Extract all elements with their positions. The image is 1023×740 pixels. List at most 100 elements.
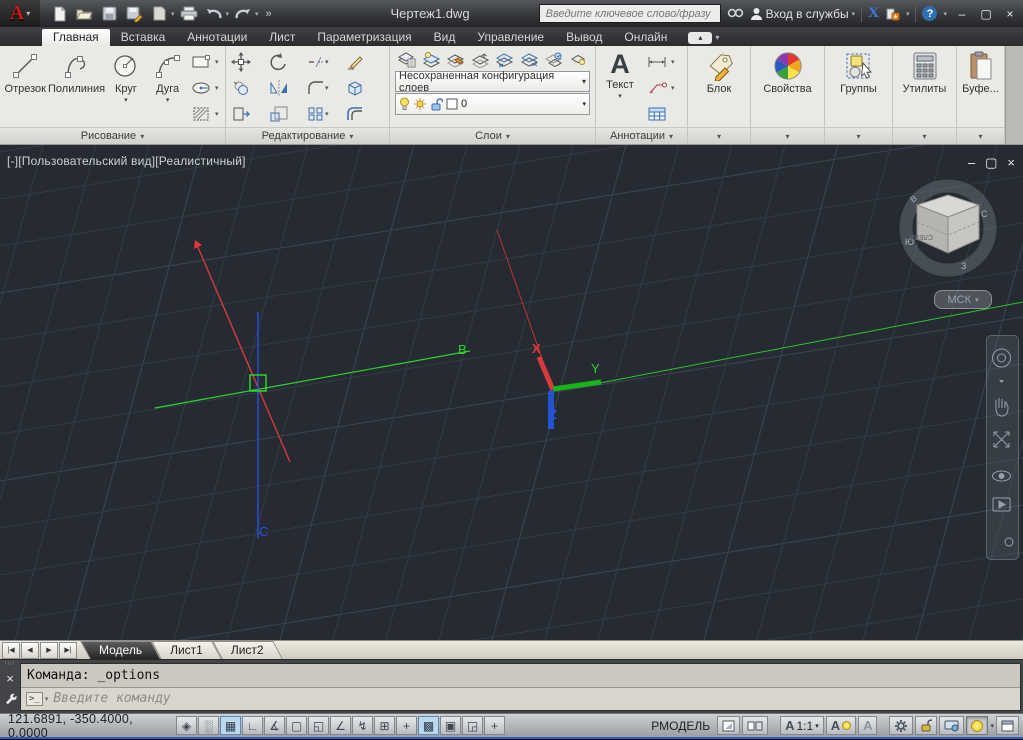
panel-label-block[interactable]: ▾	[688, 127, 750, 144]
ribbon-tab-view[interactable]: Вид	[423, 29, 467, 46]
toggle-infer-constraints[interactable]: ◈	[176, 716, 197, 735]
chevron-down-icon[interactable]: ▾	[906, 10, 910, 18]
layout-button[interactable]	[717, 716, 740, 735]
chevron-down-icon[interactable]: ▾	[325, 58, 333, 66]
toggle-object-snap[interactable]: ▢	[286, 716, 307, 735]
sign-in-button[interactable]: Вход в службы ▾	[750, 7, 856, 21]
chevron-down-icon[interactable]: ▾	[990, 722, 994, 730]
text-button[interactable]: А Текст ▾	[598, 48, 642, 127]
layout-tab-layout2[interactable]: Лист2	[217, 641, 278, 659]
layer-properties-button[interactable]	[395, 48, 418, 70]
toggle-object-snap-tracking[interactable]: ∠	[330, 716, 351, 735]
toggle-show-transparency[interactable]: ▩	[418, 716, 439, 735]
chevron-down-icon[interactable]: ▾	[166, 96, 170, 104]
toggle-annotation-monitor[interactable]: +	[484, 716, 505, 735]
viewport-controls[interactable]: [-][Пользовательский вид][Реалистичный]	[7, 154, 246, 168]
ribbon-tab-manage[interactable]: Управление	[466, 29, 555, 46]
chevron-down-icon[interactable]: ▾	[325, 110, 333, 118]
chevron-down-icon[interactable]: ▾	[124, 96, 128, 104]
command-window[interactable]: ∷∷ × Команда: _options >_ ▾ Введите кома…	[0, 659, 1023, 713]
auto-annotate-button[interactable]: А	[858, 716, 877, 735]
layer-states-button[interactable]	[420, 48, 443, 70]
layer-match-button[interactable]	[542, 48, 565, 70]
chevron-down-icon[interactable]: ▾	[943, 10, 947, 18]
chevron-down-icon[interactable]: ▾	[325, 84, 333, 92]
command-input-placeholder[interactable]: Введите команду	[53, 691, 170, 706]
panel-label-utilities[interactable]: ▾	[893, 127, 956, 144]
rectangle-button[interactable]	[188, 49, 214, 75]
infocenter-search[interactable]	[539, 4, 721, 23]
command-close-button[interactable]: ×	[6, 671, 14, 686]
command-prompt-chip[interactable]: >_ ▾	[26, 692, 48, 706]
open-file-button[interactable]	[73, 4, 95, 24]
layer-off-button[interactable]	[518, 48, 541, 70]
toggle-3d-object-snap[interactable]: ◱	[308, 716, 329, 735]
new-file-button[interactable]	[48, 4, 70, 24]
panel-label-modify[interactable]: Редактирование▾	[226, 127, 389, 144]
panel-label-annotation[interactable]: Аннотации▾	[596, 127, 687, 144]
erase-button[interactable]	[342, 49, 380, 75]
redo-button[interactable]	[232, 4, 254, 24]
mirror-button[interactable]	[266, 75, 304, 101]
trim-button[interactable]: ▾	[304, 49, 342, 75]
command-history[interactable]: Команда: _options	[21, 664, 1020, 688]
undo-button[interactable]	[203, 4, 225, 24]
coordinates-readout[interactable]: 121.6891, -350.4000, 0.0000	[0, 712, 176, 740]
graphics-performance-button[interactable]	[939, 716, 964, 735]
isolate-objects-button[interactable]	[966, 716, 988, 735]
toggle-polar-tracking[interactable]: ∡	[264, 716, 285, 735]
groups-button[interactable]: Группы	[828, 48, 890, 127]
toggle-dynamic-input[interactable]: ⊞	[374, 716, 395, 735]
ribbon-collapse-control[interactable]: ▴ ▾	[688, 31, 719, 44]
layout-tab-layout1[interactable]: Лист1	[156, 641, 217, 659]
ucs-badge[interactable]: МСК ▾	[934, 290, 992, 309]
toggle-grid-display[interactable]: ▦	[220, 716, 241, 735]
clipboard-button[interactable]: Буфе...	[959, 48, 1002, 127]
ribbon-tab-annotate[interactable]: Аннотации	[176, 29, 258, 46]
layer-freeze-button[interactable]	[493, 48, 516, 70]
panel-label-layers[interactable]: Слои▾	[390, 127, 595, 144]
qat-more-icon[interactable]: »	[266, 8, 272, 20]
save-as-button[interactable]	[123, 4, 145, 24]
table-button[interactable]	[644, 101, 670, 127]
stretch-button[interactable]	[228, 101, 266, 127]
workspace-settings-button[interactable]	[889, 716, 913, 735]
lock-ui-button[interactable]	[915, 716, 937, 735]
ribbon-tab-parametric[interactable]: Параметризация	[306, 29, 422, 46]
offset-button[interactable]	[342, 101, 380, 127]
chevron-down-icon[interactable]: ▾	[618, 92, 622, 100]
panel-label-draw[interactable]: Рисование▾	[0, 127, 225, 144]
layout-tab-model[interactable]: Модель	[85, 641, 156, 659]
exchange-apps-icon[interactable]: X	[868, 5, 879, 22]
layer-isolate-button[interactable]	[444, 48, 467, 70]
layer-select-combo[interactable]: 0 ▾	[395, 93, 590, 115]
rotate-button[interactable]	[266, 49, 304, 75]
fillet-button[interactable]: ▾	[304, 75, 342, 101]
print-button[interactable]	[178, 4, 200, 24]
window-close-button[interactable]: ×	[1001, 7, 1019, 21]
navigation-bar[interactable]	[986, 335, 1019, 560]
drawing-restore-button[interactable]: ▢	[985, 155, 997, 171]
toggle-snap-mode[interactable]: ░	[198, 716, 219, 735]
window-minimize-button[interactable]: –	[953, 7, 971, 21]
dimension-button[interactable]	[644, 49, 670, 75]
chevron-down-icon[interactable]: ▾	[171, 10, 175, 18]
clean-screen-button[interactable]	[996, 716, 1019, 735]
hatch-button[interactable]	[188, 101, 214, 127]
window-restore-button[interactable]: ▢	[977, 7, 995, 21]
3d-operations-button[interactable]	[342, 75, 380, 101]
next-tab-button[interactable]: ▶	[40, 642, 58, 659]
annotation-visibility-button[interactable]: А	[826, 716, 856, 735]
ribbon-tab-home[interactable]: Главная	[42, 29, 110, 46]
scale-button[interactable]	[266, 101, 304, 127]
command-grip-handle[interactable]: ∷∷	[5, 662, 15, 667]
viewcube[interactable]: В Ю С З СЛЕВА	[893, 173, 1003, 283]
toggle-selection-cycling[interactable]: ◲	[462, 716, 483, 735]
panel-label-properties[interactable]: ▾	[751, 127, 824, 144]
block-insert-button[interactable]: Блок	[690, 48, 748, 127]
save-button[interactable]	[98, 4, 120, 24]
drawing-minimize-button[interactable]: –	[968, 155, 975, 171]
ribbon-tab-layout[interactable]: Лист	[258, 29, 306, 46]
chevron-down-icon[interactable]: ▾	[215, 58, 223, 66]
array-button[interactable]: ▾	[304, 101, 342, 127]
